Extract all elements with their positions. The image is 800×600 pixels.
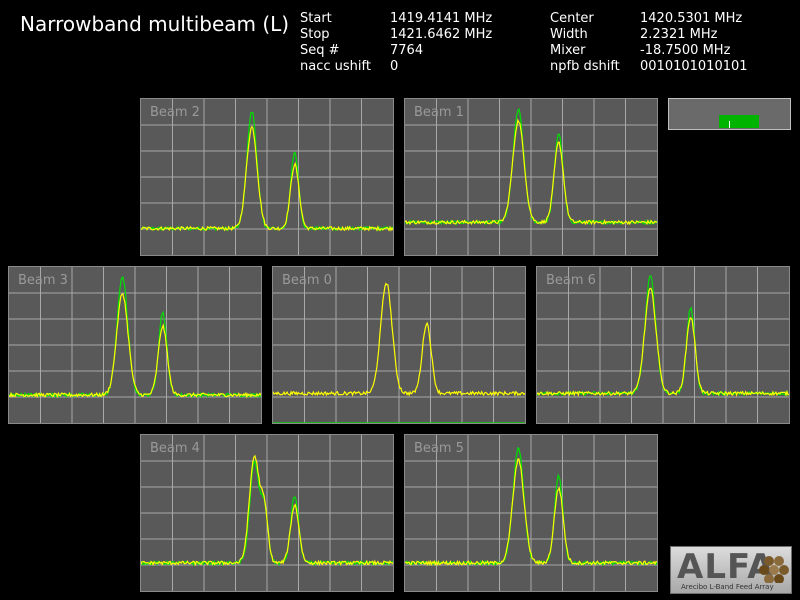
beam-5-label: Beam 5: [414, 441, 464, 456]
beam-5-panel: Beam 5: [404, 434, 658, 592]
nacc-ushift-label: nacc ushift: [300, 59, 371, 74]
page-title: Narrowband multibeam (L): [20, 12, 290, 36]
beam-6-plot: [537, 267, 789, 423]
beam-6-label: Beam 6: [546, 273, 596, 288]
beam-0-panel: Beam 0: [272, 266, 526, 424]
beam-1-label: Beam 1: [414, 105, 464, 120]
right-info-values: 1420.5301 MHz 2.2321 MHz -18.7500 MHz 00…: [640, 11, 748, 75]
beam-3-label: Beam 3: [18, 273, 68, 288]
mixer-value: -18.7500 MHz: [640, 43, 731, 58]
beam-3-panel: Beam 3: [8, 266, 262, 424]
alfa-logo-subtitle: Arecibo L-Band Feed Array: [681, 583, 774, 591]
nacc-ushift-value: 0: [390, 59, 399, 74]
center-value: 1420.5301 MHz: [640, 11, 743, 26]
start-label: Start: [300, 11, 332, 26]
beam-5-plot: [405, 435, 657, 591]
beam-0-plot: [273, 267, 525, 423]
beam-4-label: Beam 4: [150, 441, 200, 456]
mixer-label: Mixer: [550, 43, 586, 58]
beam-2-plot: [141, 99, 393, 255]
stop-label: Stop: [300, 27, 330, 42]
level-indicator-fill: [719, 115, 759, 128]
width-value: 2.2321 MHz: [640, 27, 718, 42]
alfa-logo: ALFA Arecibo L-Band Feed Array: [670, 546, 792, 594]
beam-6-panel: Beam 6: [536, 266, 790, 424]
seq-label: Seq #: [300, 43, 340, 58]
left-info-labels: Start Stop Seq # nacc ushift: [300, 11, 371, 75]
level-indicator-tick: [729, 121, 730, 128]
right-info-labels: Center Width Mixer npfb dshift: [550, 11, 620, 75]
beam-0-label: Beam 0: [282, 273, 332, 288]
start-value: 1419.4141 MHz: [390, 11, 493, 26]
level-indicator: [668, 98, 791, 130]
beam-2-label: Beam 2: [150, 105, 200, 120]
beam-3-plot: [9, 267, 261, 423]
beam-2-panel: Beam 2: [140, 98, 394, 256]
beam-1-plot: [405, 99, 657, 255]
beam-4-panel: Beam 4: [140, 434, 394, 592]
stop-value: 1421.6462 MHz: [390, 27, 493, 42]
npfb-dshift-value: 0010101010101: [640, 59, 748, 74]
center-label: Center: [550, 11, 594, 26]
feed-array-icon: [759, 556, 789, 583]
beam-1-panel: Beam 1: [404, 98, 658, 256]
width-label: Width: [550, 27, 588, 42]
npfb-dshift-label: npfb dshift: [550, 59, 620, 74]
seq-value: 7764: [390, 43, 424, 58]
left-info-values: 1419.4141 MHz 1421.6462 MHz 7764 0: [390, 11, 492, 75]
beam-4-plot: [141, 435, 393, 591]
